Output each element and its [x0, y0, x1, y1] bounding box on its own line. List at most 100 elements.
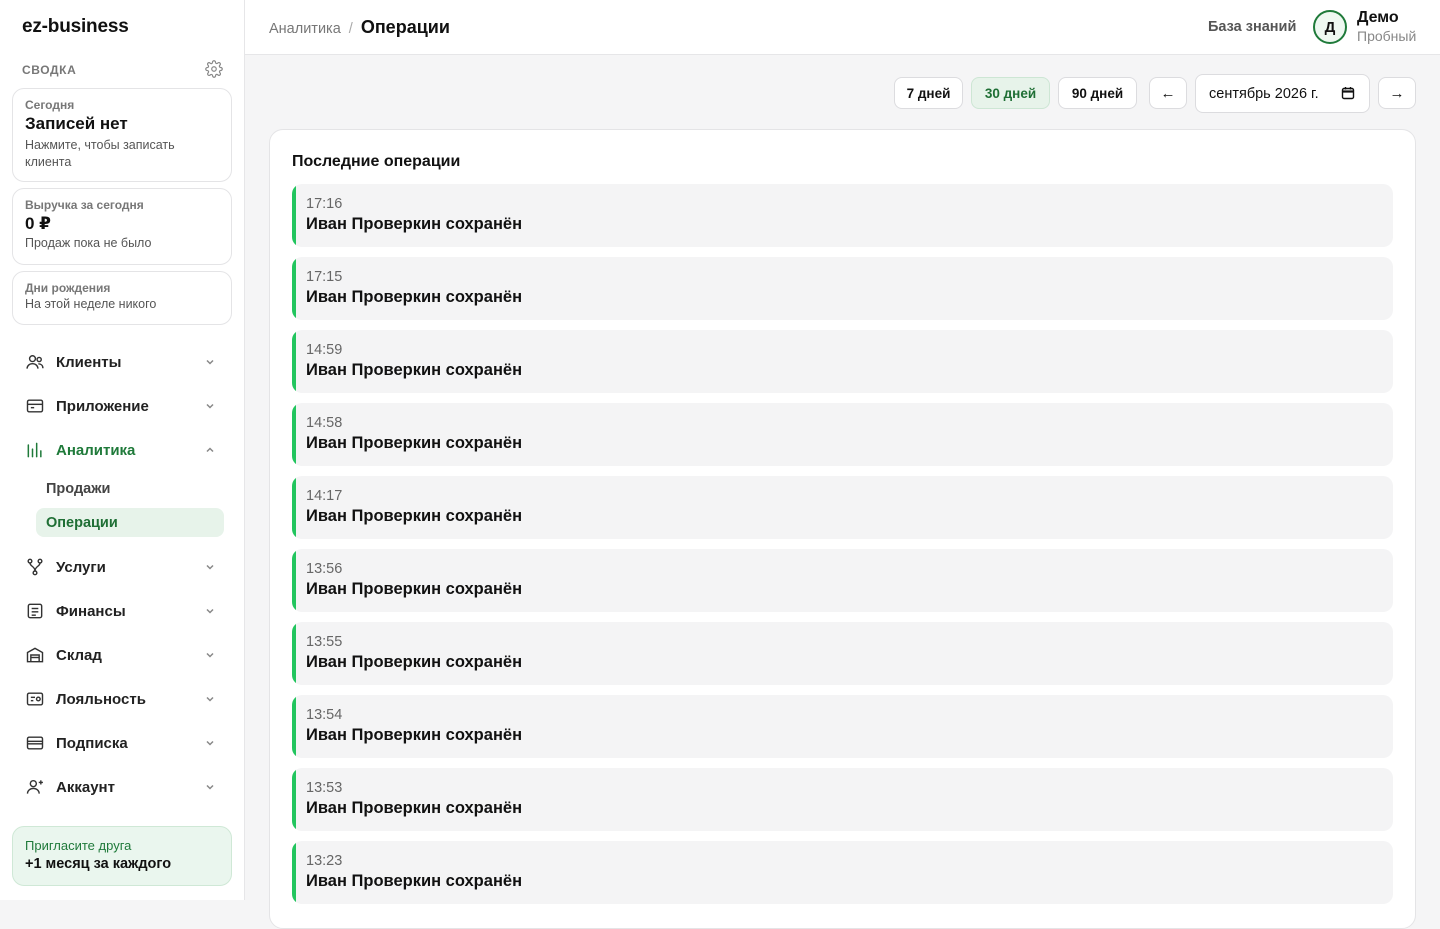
today-hint: Нажмите, чтобы записать клиента [25, 138, 175, 169]
invite-title: Пригласите друга [25, 838, 132, 853]
arrow-left-icon: ← [1160, 84, 1176, 102]
month-value: сентябрь 2026 г. [1209, 85, 1319, 102]
operation-item[interactable]: 17:15 Иван Проверкин сохранён [292, 257, 1393, 320]
sidebar: ez-business СВОДКА Сегодня Записей нет Н… [0, 0, 245, 900]
operation-time: 13:54 [306, 707, 343, 723]
nav-item-warehouse[interactable]: Склад [12, 637, 232, 673]
operation-time: 17:16 [306, 196, 343, 212]
today-value: Записей нет [25, 114, 128, 133]
nav-label-clients: Клиенты [56, 353, 122, 371]
nav-label-subscription: Подписка [56, 734, 128, 752]
operation-time: 14:59 [306, 342, 343, 358]
knowledge-base-link[interactable]: База знаний [1208, 19, 1296, 35]
gear-icon[interactable] [205, 60, 223, 78]
prev-month-button[interactable]: ← [1149, 77, 1187, 109]
operation-text: Иван Проверкин сохранён [306, 872, 523, 890]
period-7-days-button[interactable]: 7 дней [894, 77, 963, 109]
birthdays-label: Дни рождения [25, 281, 111, 295]
operation-text: Иван Проверкин сохранён [306, 580, 523, 598]
nav-label-analytics: Аналитика [56, 441, 136, 459]
nav-item-finance[interactable]: Финансы [12, 593, 232, 629]
invite-friend-banner[interactable]: Пригласите друга +1 месяц за каждого [12, 826, 232, 886]
chevron-down-icon [206, 359, 214, 365]
operation-item[interactable]: 13:55 Иван Проверкин сохранён [292, 622, 1393, 685]
today-label: Сегодня [25, 98, 75, 112]
recent-operations-title: Последние операции [292, 153, 461, 170]
subnav-item-operations[interactable]: Операции [36, 508, 224, 537]
period-90-days-button[interactable]: 90 дней [1058, 77, 1137, 109]
operation-item[interactable]: 14:59 Иван Проверкин сохранён [292, 330, 1393, 393]
operation-text: Иван Проверкин сохранён [306, 434, 523, 452]
nav-item-app[interactable]: Приложение [12, 388, 232, 424]
recent-operations-panel: Последние операции 17:16 Иван Проверкин … [269, 129, 1416, 929]
operation-text: Иван Проверкин сохранён [306, 653, 523, 671]
nav-label-services: Услуги [56, 558, 106, 576]
nav-item-account[interactable]: Аккаунт [12, 769, 232, 805]
nav-label-warehouse: Склад [56, 646, 102, 664]
nav-label-account: Аккаунт [56, 778, 115, 796]
users-icon [24, 351, 46, 373]
operation-time: 13:53 [306, 780, 343, 796]
card-icon [24, 395, 46, 417]
chevron-up-icon [206, 447, 214, 453]
subnav-item-sales[interactable]: Продажи [36, 474, 224, 503]
birthdays-hint: На этой неделе никого [25, 297, 157, 311]
nav-item-services[interactable]: Услуги [12, 549, 232, 585]
credit-card-icon [24, 732, 46, 754]
breadcrumb: Аналитика / Операции [269, 17, 450, 38]
breadcrumb-parent[interactable]: Аналитика [269, 21, 341, 37]
operation-item[interactable]: 14:58 Иван Проверкин сохранён [292, 403, 1393, 466]
chevron-down-icon [206, 403, 214, 409]
operation-item[interactable]: 13:54 Иван Проверкин сохранён [292, 695, 1393, 758]
chevron-down-icon [206, 696, 214, 702]
page-title: Операции [360, 17, 450, 37]
nav-item-analytics[interactable]: Аналитика [12, 432, 232, 468]
operation-item[interactable]: 13:23 Иван Проверкин сохранён [292, 841, 1393, 904]
operation-item[interactable]: 14:17 Иван Проверкин сохранён [292, 476, 1393, 539]
breadcrumb-separator: / [348, 21, 353, 37]
operation-item[interactable]: 13:53 Иван Проверкин сохранён [292, 768, 1393, 831]
operation-text: Иван Проверкин сохранён [306, 799, 523, 817]
operation-text: Иван Проверкин сохранён [306, 726, 523, 744]
calendar-icon[interactable] [1341, 86, 1355, 100]
operation-time: 17:15 [306, 269, 343, 285]
summary-title: СВОДКА [22, 63, 77, 77]
chevron-down-icon [206, 608, 214, 614]
operation-text: Иван Проверкин сохранён [306, 361, 523, 379]
warehouse-icon [24, 644, 46, 666]
chevron-down-icon [206, 784, 214, 790]
birthdays-card[interactable]: Дни рождения На этой неделе никого [12, 271, 232, 325]
user-name: Демо [1357, 9, 1399, 26]
nav-label-finance: Финансы [56, 602, 126, 620]
revenue-card[interactable]: Выручка за сегодня 0 ₽ Продаж пока не бы… [12, 188, 232, 265]
operation-item[interactable]: 13:56 Иван Проверкин сохранён [292, 549, 1393, 612]
operation-text: Иван Проверкин сохранён [306, 507, 523, 525]
month-picker[interactable]: сентябрь 2026 г. [1195, 74, 1370, 113]
next-month-button[interactable]: → [1378, 77, 1416, 109]
today-card[interactable]: Сегодня Записей нет Нажмите, чтобы запис… [12, 88, 232, 182]
revenue-value: 0 ₽ [25, 214, 52, 233]
document-icon [24, 600, 46, 622]
operation-time: 13:56 [306, 561, 343, 577]
chevron-down-icon [206, 740, 214, 746]
user-plus-icon [24, 776, 46, 798]
chevron-down-icon [206, 564, 214, 570]
period-30-days-button[interactable]: 30 дней [971, 77, 1050, 109]
operation-text: Иван Проверкин сохранён [306, 288, 523, 306]
app-logo[interactable]: ez-business [22, 16, 129, 38]
user-info[interactable]: Демо Пробный [1357, 9, 1416, 45]
nav-item-clients[interactable]: Клиенты [12, 344, 232, 380]
avatar[interactable]: Д [1313, 10, 1347, 44]
operation-time: 14:17 [306, 488, 343, 504]
branch-icon [24, 556, 46, 578]
nav-item-loyalty[interactable]: Лояльность [12, 681, 232, 717]
operation-text: Иван Проверкин сохранён [306, 215, 523, 233]
operation-time: 13:55 [306, 634, 343, 650]
nav-item-subscription[interactable]: Подписка [12, 725, 232, 761]
nav-label-app: Приложение [56, 397, 149, 415]
user-plan: Пробный [1357, 28, 1417, 44]
revenue-hint: Продаж пока не было [25, 236, 152, 250]
revenue-label: Выручка за сегодня [25, 198, 144, 212]
operation-item[interactable]: 17:16 Иван Проверкин сохранён [292, 184, 1393, 247]
operation-time: 13:23 [306, 853, 343, 869]
